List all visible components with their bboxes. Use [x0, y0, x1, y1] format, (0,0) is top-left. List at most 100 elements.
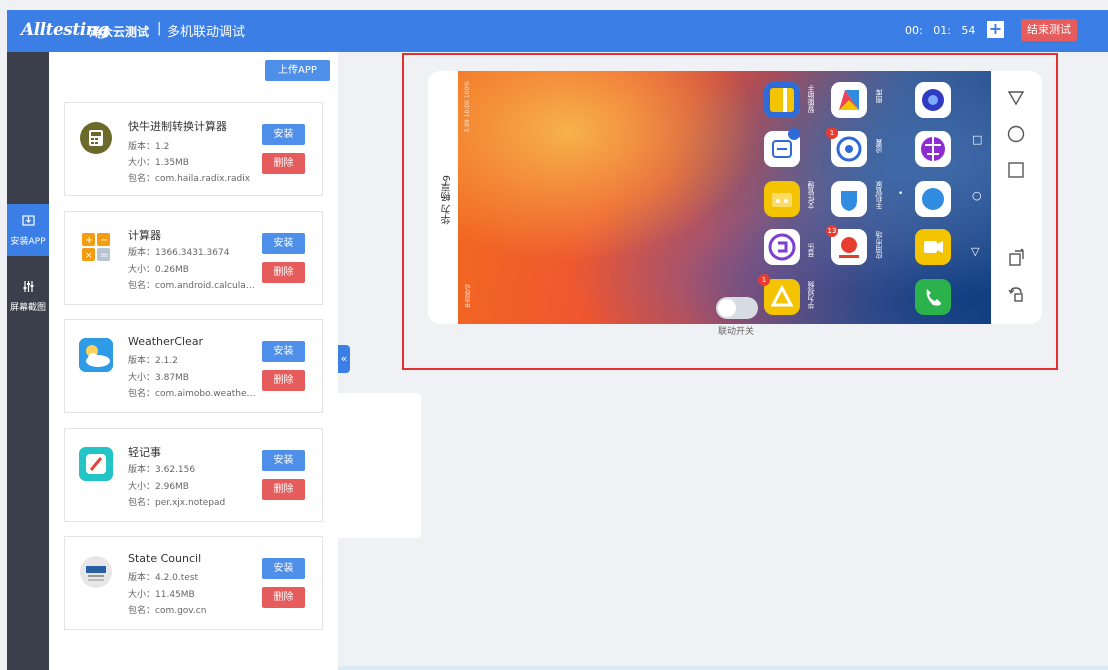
status-bar-carrier: 中国移动	[465, 284, 472, 308]
install-button[interactable]: 安装	[262, 558, 305, 579]
toggle-knob	[718, 299, 736, 317]
app-card: 轻记事 版本：3.62.156 大小：2.96MB 包名：per.xjx.not…	[64, 428, 323, 522]
app-size: 大小：2.96MB	[128, 482, 189, 492]
install-button[interactable]: 安装	[262, 124, 305, 145]
app-version: 版本：2.1.2	[128, 356, 178, 366]
calc-orange-icon: + − × =	[79, 230, 113, 264]
app-size: 大小：0.26MB	[128, 265, 189, 275]
home-icon[interactable]: ○	[972, 189, 982, 202]
page-indicator: •	[898, 189, 904, 199]
install-button[interactable]: 安装	[262, 450, 305, 471]
app-package: 包名：com.aimobo.weather...	[128, 389, 256, 399]
svg-text:=: =	[100, 250, 108, 261]
app-name: 计算器	[128, 229, 161, 242]
install-button[interactable]: 安装	[262, 233, 305, 254]
weather-icon	[79, 338, 113, 372]
app-package: 包名：com.android.calculat...	[128, 281, 256, 291]
messages-icon[interactable]	[915, 181, 951, 217]
square-icon	[1008, 162, 1024, 178]
app-version: 版本：4.2.0.test	[128, 573, 199, 583]
rotate-icon	[1009, 248, 1024, 266]
sidebar: 安装APP 屏幕截图	[7, 52, 49, 670]
notification-badge: 13	[826, 225, 838, 237]
sidebar-item-label: 屏幕截图	[9, 303, 46, 313]
gov-icon	[79, 555, 113, 589]
bottom-divider	[338, 666, 1108, 670]
delete-button[interactable]: 删除	[262, 262, 305, 283]
rotate-screen-button[interactable]	[1004, 248, 1028, 272]
install-icon	[7, 214, 49, 232]
upload-app-button[interactable]: 上传APP	[265, 60, 330, 81]
app-name: 快牛进制转换计算器	[128, 120, 227, 133]
app-label: 图库	[875, 89, 883, 103]
app-package: 包名：com.gov.cn	[128, 606, 207, 616]
end-test-button[interactable]: 结束测试	[1021, 19, 1077, 41]
app-label: 华为视频	[807, 281, 815, 309]
phone-icon[interactable]	[915, 279, 951, 315]
delete-button[interactable]: 删除	[262, 479, 305, 500]
notes-yellow-icon[interactable]	[764, 82, 800, 118]
app-size: 大小：11.45MB	[128, 590, 195, 600]
home-button[interactable]	[1004, 124, 1028, 148]
double-chevron-left-icon: «	[340, 352, 348, 365]
sidebar-item-label: 安装APP	[10, 237, 46, 247]
test-timer: 00: 01: 54	[905, 24, 982, 37]
app-size: 大小：3.87MB	[128, 373, 189, 383]
hwvideo-icon[interactable]	[764, 279, 800, 315]
music-icon[interactable]	[764, 229, 800, 265]
app-label: 手机管家	[875, 181, 883, 209]
browser-icon[interactable]	[915, 131, 951, 167]
circle-icon	[1007, 125, 1025, 143]
add-device-button[interactable]: +	[987, 21, 1004, 38]
device-screen[interactable]: 3.99 10:00 100% 中国移动 智能助手 文件管理 音乐 1 华为视频…	[458, 71, 991, 324]
back-button[interactable]	[1004, 88, 1028, 112]
recent-apps-icon[interactable]: □	[972, 133, 982, 146]
files-icon[interactable]	[764, 181, 800, 217]
blank-panel	[338, 393, 421, 538]
gallery-icon[interactable]	[831, 82, 867, 118]
app-package: 包名：com.haila.radix.radix	[128, 174, 251, 184]
camera-icon[interactable]	[915, 82, 951, 118]
manager-icon[interactable]	[831, 181, 867, 217]
video-icon[interactable]	[915, 229, 951, 265]
timer-seconds: 54	[961, 24, 976, 37]
svg-text:−: −	[100, 235, 108, 246]
app-card: State Council 版本：4.2.0.test 大小：11.45MB 包…	[64, 536, 323, 630]
sidebar-item-screenshot[interactable]: 屏幕截图	[7, 278, 49, 324]
app-label: 音乐	[807, 243, 815, 257]
undo-button[interactable]	[1004, 284, 1028, 308]
delete-button[interactable]: 删除	[262, 370, 305, 391]
notification-badge: 1	[826, 127, 838, 139]
app-version: 版本：1366.3431.3674	[128, 248, 230, 258]
app-list-panel: 上传APP 快牛进制转换计算器 版本：1.2 大小：1.35MB 包名：com.…	[49, 52, 338, 670]
page-title: 多机联动调试	[167, 25, 246, 40]
notepad-icon	[79, 447, 113, 481]
app-version: 版本：3.62.156	[128, 465, 196, 475]
back-icon[interactable]: ▽	[971, 245, 979, 258]
collapse-panel-button[interactable]: «	[338, 345, 350, 373]
sync-toggle[interactable]	[716, 297, 758, 319]
sync-toggle-label: 联动开关	[718, 327, 755, 337]
app-size: 大小：1.35MB	[128, 158, 189, 168]
svg-text:+: +	[85, 235, 93, 246]
install-button[interactable]: 安装	[262, 341, 305, 362]
delete-button[interactable]: 删除	[262, 587, 305, 608]
app-name: State Council	[128, 552, 202, 565]
logo-subtitle: 泽众云测试	[89, 25, 150, 39]
app-version: 版本：1.2	[128, 142, 170, 152]
recents-button[interactable]	[1004, 160, 1028, 184]
app-card: WeatherClear 版本：2.1.2 大小：3.87MB 包名：com.a…	[64, 319, 323, 413]
delete-button[interactable]: 删除	[262, 153, 305, 174]
sidebar-item-install-app[interactable]: 安装APP	[7, 204, 49, 256]
top-bar: Alltesting 泽众云测试 | 多机联动调试 00: 01: 54 + 结…	[7, 10, 1108, 52]
app-card: 快牛进制转换计算器 版本：1.2 大小：1.35MB 包名：com.haila.…	[64, 102, 323, 196]
sliders-icon	[7, 280, 49, 298]
app-label: 文件管理	[807, 181, 815, 209]
app-name: WeatherClear	[128, 335, 204, 348]
notification-badge: 1	[758, 274, 770, 286]
device-name: 华为 畅享9	[442, 175, 453, 225]
svg-text:×: ×	[85, 251, 93, 261]
timer-minutes: 01:	[933, 24, 951, 37]
notification-badge	[788, 128, 800, 140]
undo-icon	[1008, 287, 1023, 302]
